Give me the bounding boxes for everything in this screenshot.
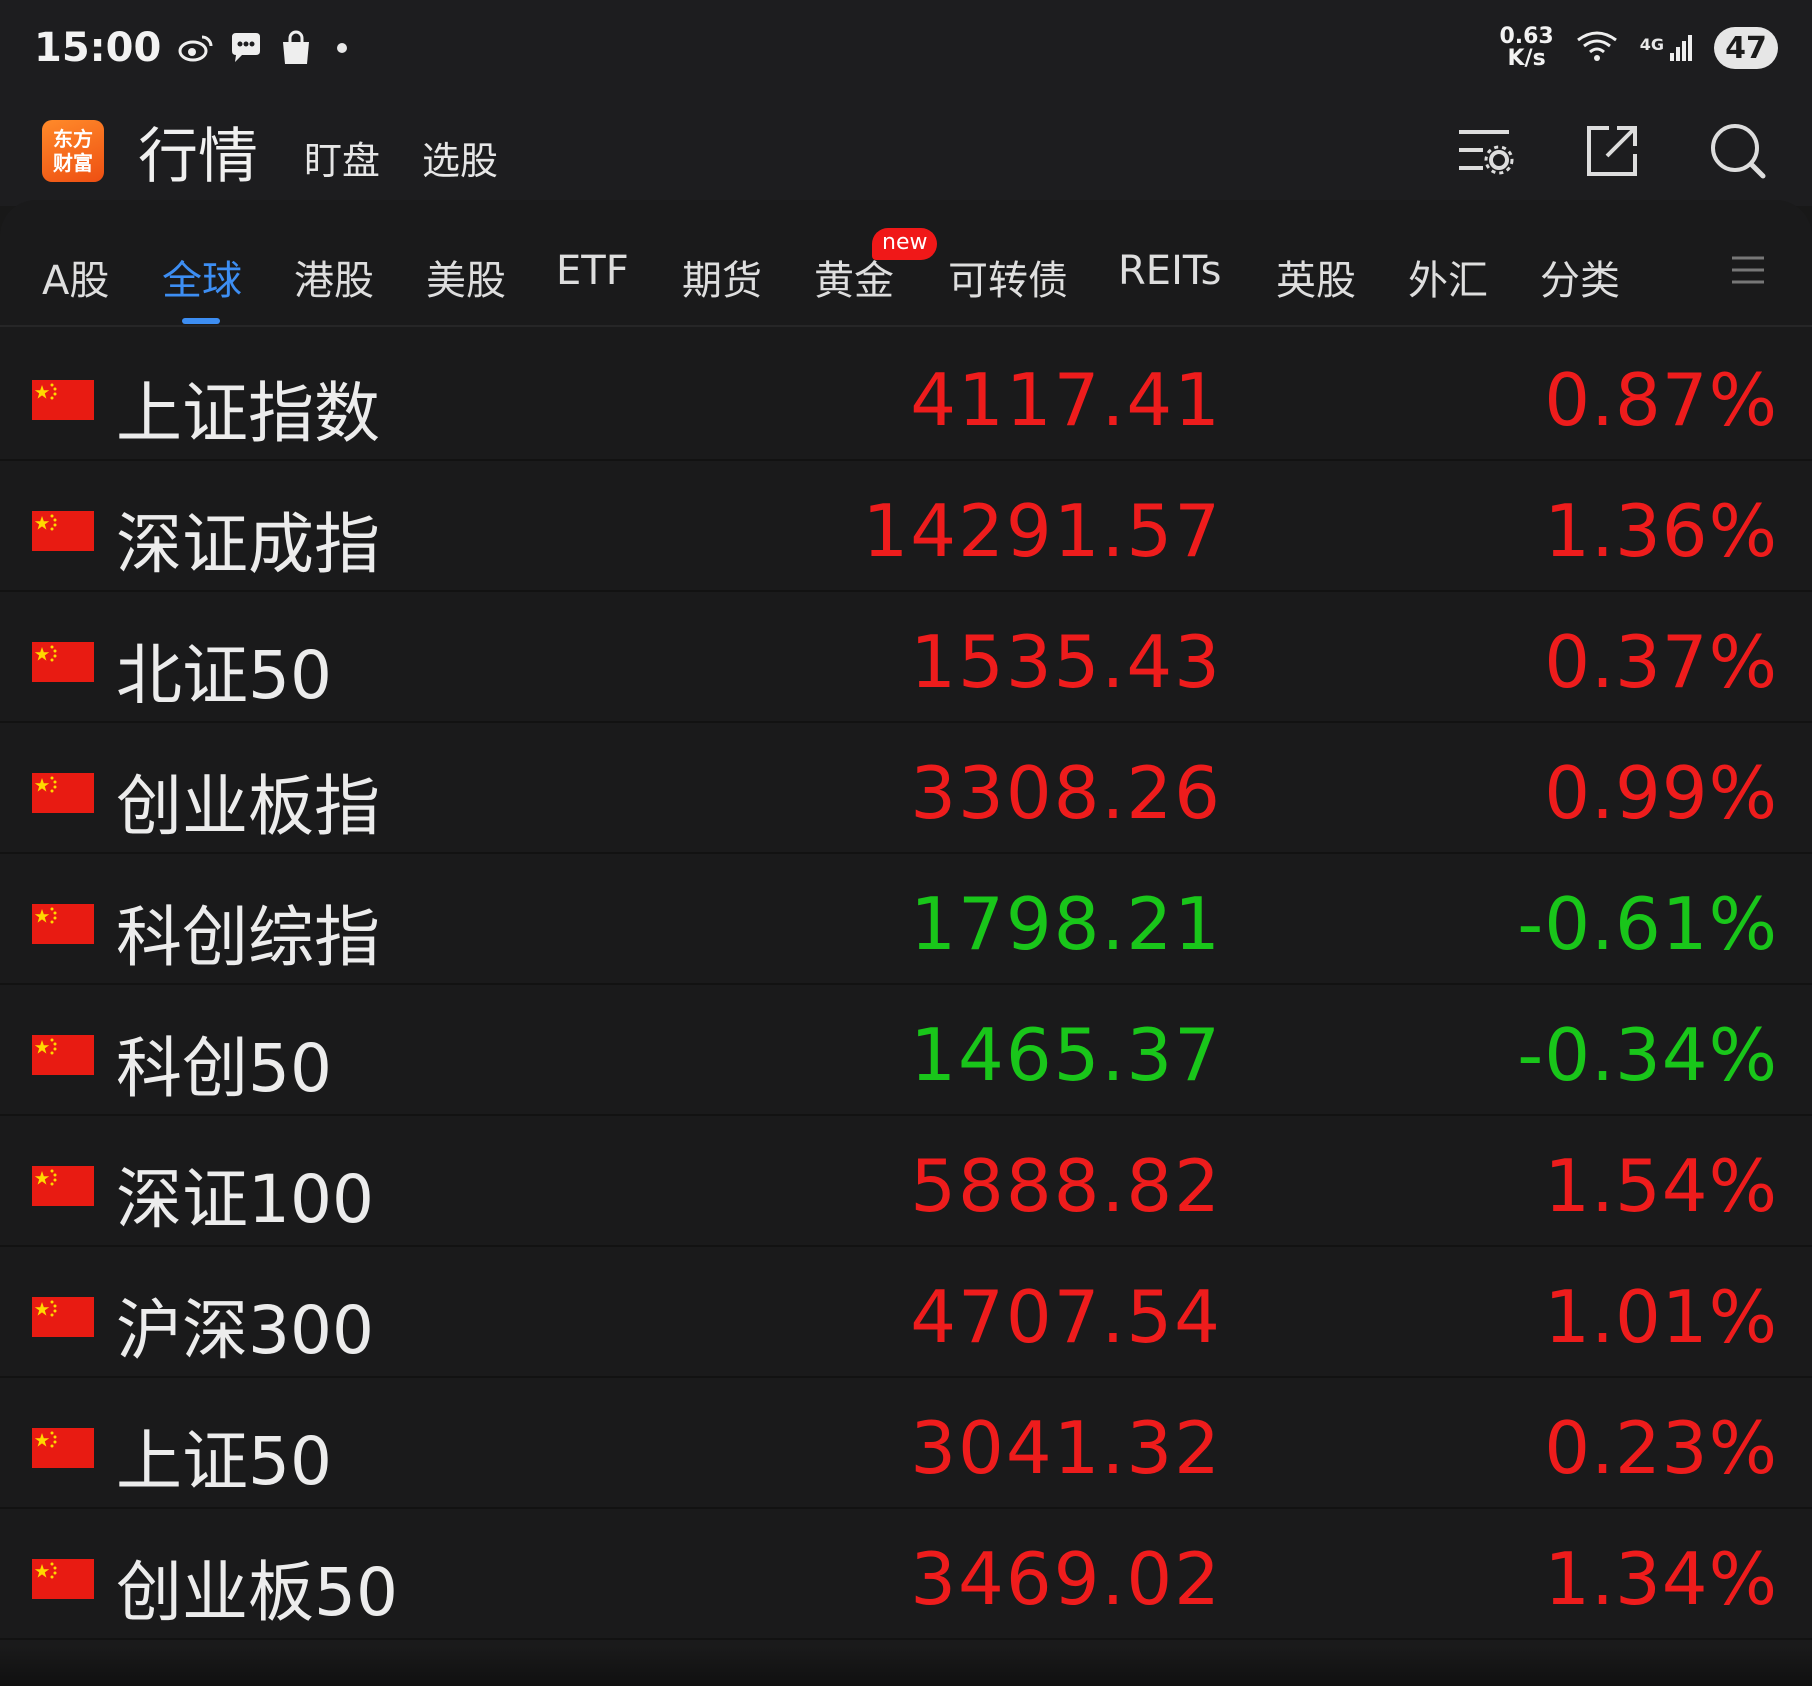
index-change-percent: 1.01% [1544,1275,1778,1359]
index-name: 北证50 [116,637,332,714]
notification-dot [337,43,348,53]
index-price: 3041.32 [910,1406,1222,1490]
signal-icon: 4G [1640,35,1692,61]
network-type: 4G [1639,35,1664,54]
status-bar: 15:00 0.63 K/s 4G 47 [0,0,1812,96]
tab-categories[interactable]: 分类 [1540,248,1620,306]
network-speed-unit: K/s [1507,46,1546,71]
index-name: 沪深300 [116,1292,374,1369]
shopping-bag-icon [277,29,315,67]
active-tab-indicator [182,318,220,324]
index-row[interactable]: 深证100 5888.82 1.54% [0,1116,1812,1247]
tab-stock-picker[interactable]: 选股 [422,130,498,185]
tab-hk-stocks[interactable]: 港股 [294,248,374,306]
market-tab-bar: A股 全球 港股 美股 ETF 期货 黄金 new 可转债 REITs 英股 外… [0,200,1812,327]
tab-convertible-bonds[interactable]: 可转债 [948,248,1068,306]
index-name: 深证100 [116,1161,374,1238]
market-panel: A股 全球 港股 美股 ETF 期货 黄金 new 可转债 REITs 英股 外… [0,200,1812,1686]
hamburger-menu-icon[interactable] [1730,252,1766,288]
index-price: 3308.26 [910,751,1222,835]
share-external-icon[interactable] [1580,119,1644,183]
index-row[interactable]: 上证指数 4117.41 0.87% [0,330,1812,461]
index-list: 上证指数 4117.41 0.87% 深证成指 14291.57 1.36% 北… [0,330,1812,1640]
wifi-icon [1576,30,1618,66]
china-flag-icon [32,511,94,551]
index-price: 4117.41 [910,358,1222,442]
index-row[interactable]: 科创综指 1798.21 -0.61% [0,854,1812,985]
index-name: 科创50 [116,1030,332,1107]
page-title[interactable]: 行情 [138,108,258,195]
index-change-percent: 0.87% [1544,358,1778,442]
index-row[interactable]: 沪深300 4707.54 1.01% [0,1247,1812,1378]
battery-indicator: 47 [1714,27,1778,69]
index-name: 科创综指 [116,899,380,976]
index-change-percent: 1.36% [1544,489,1778,573]
app-header: 东方 财富 行情 盯盘 选股 [0,96,1812,206]
index-price: 1535.43 [910,620,1222,704]
china-flag-icon [32,773,94,813]
index-change-percent: -0.61% [1517,882,1778,966]
index-price: 1465.37 [910,1013,1222,1097]
china-flag-icon [32,904,94,944]
index-price: 4707.54 [910,1275,1222,1359]
tab-reits[interactable]: REITs [1118,248,1222,294]
status-time: 15:00 [34,25,162,71]
logo-line-2: 财富 [53,151,93,175]
index-row[interactable]: 深证成指 14291.57 1.36% [0,461,1812,592]
chat-bubble-icon [227,29,265,67]
china-flag-icon [32,380,94,420]
index-row[interactable]: 科创50 1465.37 -0.34% [0,985,1812,1116]
index-name: 创业板指 [116,768,380,845]
tab-forex[interactable]: 外汇 [1408,248,1488,306]
china-flag-icon [32,1035,94,1075]
index-change-percent: 1.34% [1544,1537,1778,1621]
index-change-percent: 1.54% [1544,1144,1778,1228]
index-change-percent: 0.99% [1544,751,1778,835]
china-flag-icon [32,1166,94,1206]
weibo-icon [177,29,215,67]
logo-line-1: 东方 [53,127,93,151]
network-speed: 0.63 K/s [1499,26,1553,70]
index-change-percent: 0.23% [1544,1406,1778,1490]
index-price: 14291.57 [862,489,1222,573]
index-row[interactable]: 创业板指 3308.26 0.99% [0,723,1812,854]
bottom-edge [0,1646,1812,1686]
tab-us-stocks[interactable]: 美股 [426,248,506,306]
index-row[interactable]: 上证50 3041.32 0.23% [0,1378,1812,1509]
china-flag-icon [32,642,94,682]
tab-futures[interactable]: 期货 [682,248,762,306]
index-name: 上证50 [116,1423,332,1500]
index-change-percent: -0.34% [1517,1013,1778,1097]
tab-etf[interactable]: ETF [556,248,629,294]
new-badge: new [872,228,938,260]
tab-uk-stocks[interactable]: 英股 [1276,248,1356,306]
index-row[interactable]: 创业板50 3469.02 1.34% [0,1509,1812,1640]
china-flag-icon [32,1428,94,1468]
tab-global[interactable]: 全球 [162,248,242,306]
index-change-percent: 0.37% [1544,620,1778,704]
index-name: 深证成指 [116,506,380,583]
china-flag-icon [32,1297,94,1337]
tab-a-shares[interactable]: A股 [42,248,109,306]
network-speed-value: 0.63 [1499,24,1554,49]
index-price: 3469.02 [910,1537,1222,1621]
index-price: 5888.82 [910,1144,1222,1228]
search-icon[interactable] [1706,119,1770,183]
index-name: 创业板50 [116,1554,398,1631]
tab-watch[interactable]: 盯盘 [304,130,380,185]
index-price: 1798.21 [910,882,1222,966]
index-name: 上证指数 [116,375,380,452]
list-settings-icon[interactable] [1454,119,1518,183]
index-row[interactable]: 北证50 1535.43 0.37% [0,592,1812,723]
china-flag-icon [32,1559,94,1599]
app-logo[interactable]: 东方 财富 [42,120,104,182]
